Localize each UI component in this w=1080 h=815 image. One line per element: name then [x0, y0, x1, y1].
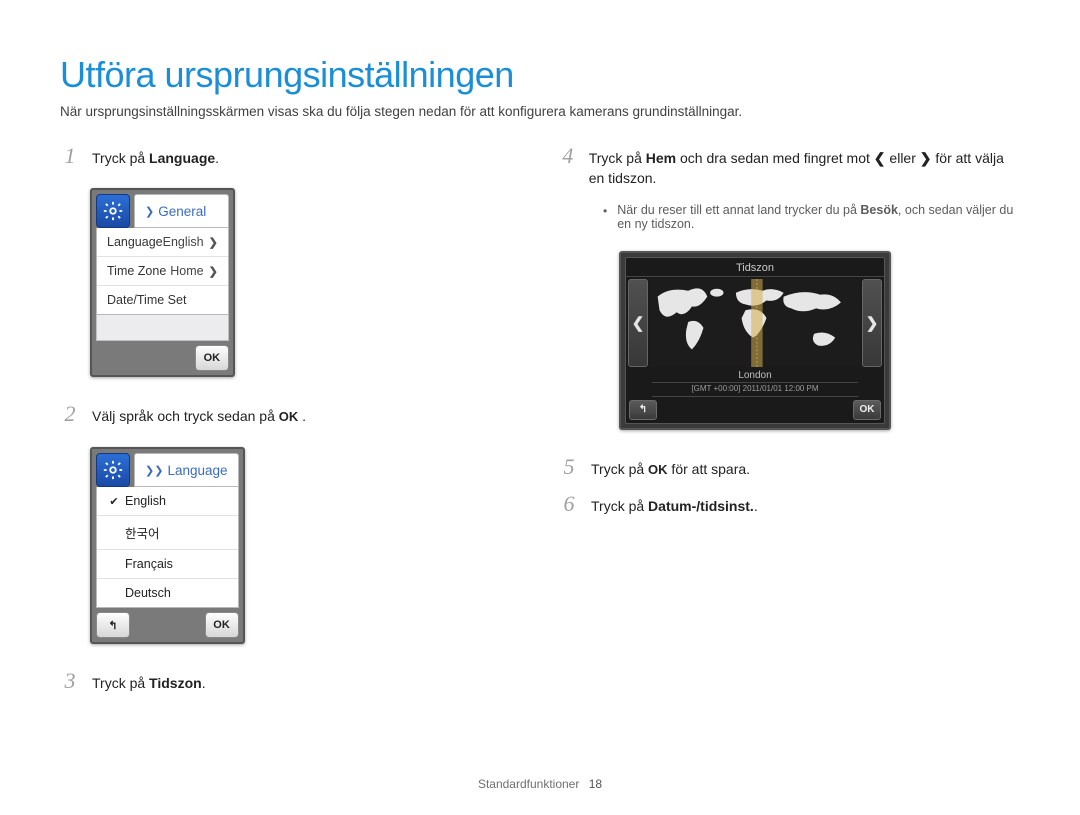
- device-screenshot-tidszon: Tidszon ❮: [619, 251, 891, 430]
- option-label: Français: [125, 557, 173, 571]
- text: Välj språk och tryck sedan på: [92, 408, 279, 424]
- text: och dra sedan med fingret mot: [676, 150, 874, 166]
- step-4-note: • När du reser till ett annat land tryck…: [603, 203, 1020, 231]
- breadcrumb-label: General: [158, 204, 206, 219]
- return-icon: ↰: [639, 404, 647, 415]
- option-label: English: [125, 494, 166, 508]
- ok-icon: OK: [648, 462, 668, 477]
- text: .: [754, 498, 758, 514]
- chevron-right-icon: ❯: [209, 265, 218, 278]
- option-label: Deutsch: [125, 586, 171, 600]
- step-6: 6 Tryck på Datum-/tidsinst..: [559, 493, 1020, 516]
- text-bold: Hem: [646, 150, 676, 166]
- text: Tryck på: [92, 150, 149, 166]
- tz-prev-button[interactable]: ❮: [628, 279, 648, 367]
- device-screenshot-language: ❯❯ Language ✔ English 한국어 Français Deutsc…: [90, 447, 358, 644]
- chevron-left-icon: ❮: [632, 314, 645, 332]
- ok-icon: OK: [279, 409, 299, 424]
- ok-button[interactable]: OK: [205, 612, 239, 638]
- step-number: 2: [60, 403, 80, 425]
- chevron-right-icon: ❯: [866, 314, 879, 332]
- page-footer: Standardfunktioner 18: [0, 777, 1080, 791]
- settings-row-datetime[interactable]: Date/Time Set: [97, 286, 228, 314]
- language-option-english[interactable]: ✔ English: [97, 487, 238, 516]
- row-label: Date/Time Set: [107, 293, 186, 307]
- check-icon: ✔: [109, 495, 119, 508]
- device-screenshot-general: ❯ General Language English ❯ Time Zone Ho…: [90, 188, 358, 377]
- text: Tryck på: [589, 150, 646, 166]
- step-text: Tryck på OK för att spara.: [591, 456, 750, 480]
- chevron-right-icon: ❯: [920, 150, 932, 166]
- step-number: 5: [559, 456, 579, 478]
- text: .: [202, 675, 206, 691]
- panel-breadcrumb: ❯ General: [134, 194, 229, 228]
- breadcrumb-label: Language: [167, 463, 227, 478]
- text: När du reser till ett annat land trycker…: [617, 203, 860, 217]
- left-column: 1 Tryck på Language.: [60, 145, 521, 707]
- page-title: Utföra ursprungsinställningen: [60, 54, 1020, 96]
- step-text: Tryck på Language.: [92, 145, 219, 168]
- chevron-right-icon: ❯: [209, 236, 218, 249]
- step-1: 1 Tryck på Language.: [60, 145, 521, 168]
- page-subtitle: När ursprungsinställningsskärmen visas s…: [60, 104, 1020, 119]
- language-option-korean[interactable]: 한국어: [97, 516, 238, 550]
- step-3: 3 Tryck på Tidszon.: [60, 670, 521, 693]
- page-number: 18: [589, 777, 602, 791]
- text: eller: [886, 150, 920, 166]
- tz-next-button[interactable]: ❯: [862, 279, 882, 367]
- row-value: Home: [170, 264, 203, 278]
- back-button[interactable]: ↰: [96, 612, 130, 638]
- option-label: 한국어: [125, 523, 160, 542]
- text-bold: Besök: [860, 203, 898, 217]
- chevron-left-icon: ❮: [874, 150, 886, 166]
- back-button[interactable]: ↰: [629, 400, 657, 420]
- ok-button[interactable]: OK: [195, 345, 229, 371]
- footer-label: Standardfunktioner: [478, 777, 579, 791]
- gear-icon: [96, 194, 130, 228]
- step-2: 2 Välj språk och tryck sedan på OK .: [60, 403, 521, 427]
- step-5: 5 Tryck på OK för att spara.: [559, 456, 1020, 480]
- step-number: 1: [60, 145, 80, 167]
- step-text: Tryck på Tidszon.: [92, 670, 206, 693]
- language-option-french[interactable]: Français: [97, 550, 238, 579]
- chevron-right-icon: ❯❯: [145, 464, 163, 477]
- text-bold: Tidszon: [149, 675, 202, 691]
- step-number: 3: [60, 670, 80, 692]
- text: Tryck på: [92, 675, 149, 691]
- gear-icon: [96, 453, 130, 487]
- bullet-icon: •: [603, 203, 607, 231]
- chevron-right-icon: ❯: [145, 205, 154, 218]
- row-label: Language: [107, 235, 163, 249]
- language-list: ✔ English 한국어 Français Deutsch: [96, 487, 239, 608]
- text-bold: Language: [149, 150, 215, 166]
- settings-list: Language English ❯ Time Zone Home ❯ Date/T…: [96, 228, 229, 315]
- text: för att spara.: [668, 461, 750, 477]
- step-4: 4 Tryck på Hem och dra sedan med fingret…: [559, 145, 1020, 189]
- return-icon: ↰: [108, 619, 117, 632]
- text: Tryck på: [591, 461, 648, 477]
- world-map[interactable]: [650, 279, 860, 367]
- tz-gmt-info: [GMT +00:00] 2011/01/01 12:00 PM: [652, 382, 858, 397]
- settings-row-timezone[interactable]: Time Zone Home ❯: [97, 257, 228, 286]
- right-column: 4 Tryck på Hem och dra sedan med fingret…: [559, 145, 1020, 707]
- step-text: Tryck på Datum-/tidsinst..: [591, 493, 758, 516]
- row-label: Time Zone: [107, 264, 166, 278]
- settings-row-language[interactable]: Language English ❯: [97, 228, 228, 257]
- text: .: [298, 408, 306, 424]
- text: Tryck på: [591, 498, 648, 514]
- tz-title: Tidszon: [626, 258, 884, 277]
- note-text: När du reser till ett annat land trycker…: [617, 203, 1020, 231]
- step-text: Tryck på Hem och dra sedan med fingret m…: [589, 145, 1020, 189]
- tz-city-label: London: [626, 369, 884, 381]
- step-number: 6: [559, 493, 579, 515]
- empty-row: [96, 315, 229, 341]
- panel-breadcrumb: ❯❯ Language: [134, 453, 239, 487]
- text: .: [215, 150, 219, 166]
- ok-button[interactable]: OK: [853, 400, 881, 420]
- row-value: English: [163, 235, 204, 249]
- language-option-german[interactable]: Deutsch: [97, 579, 238, 607]
- step-number: 4: [559, 145, 577, 167]
- step-text: Välj språk och tryck sedan på OK .: [92, 403, 306, 427]
- text-bold: Datum-/tidsinst.: [648, 498, 754, 514]
